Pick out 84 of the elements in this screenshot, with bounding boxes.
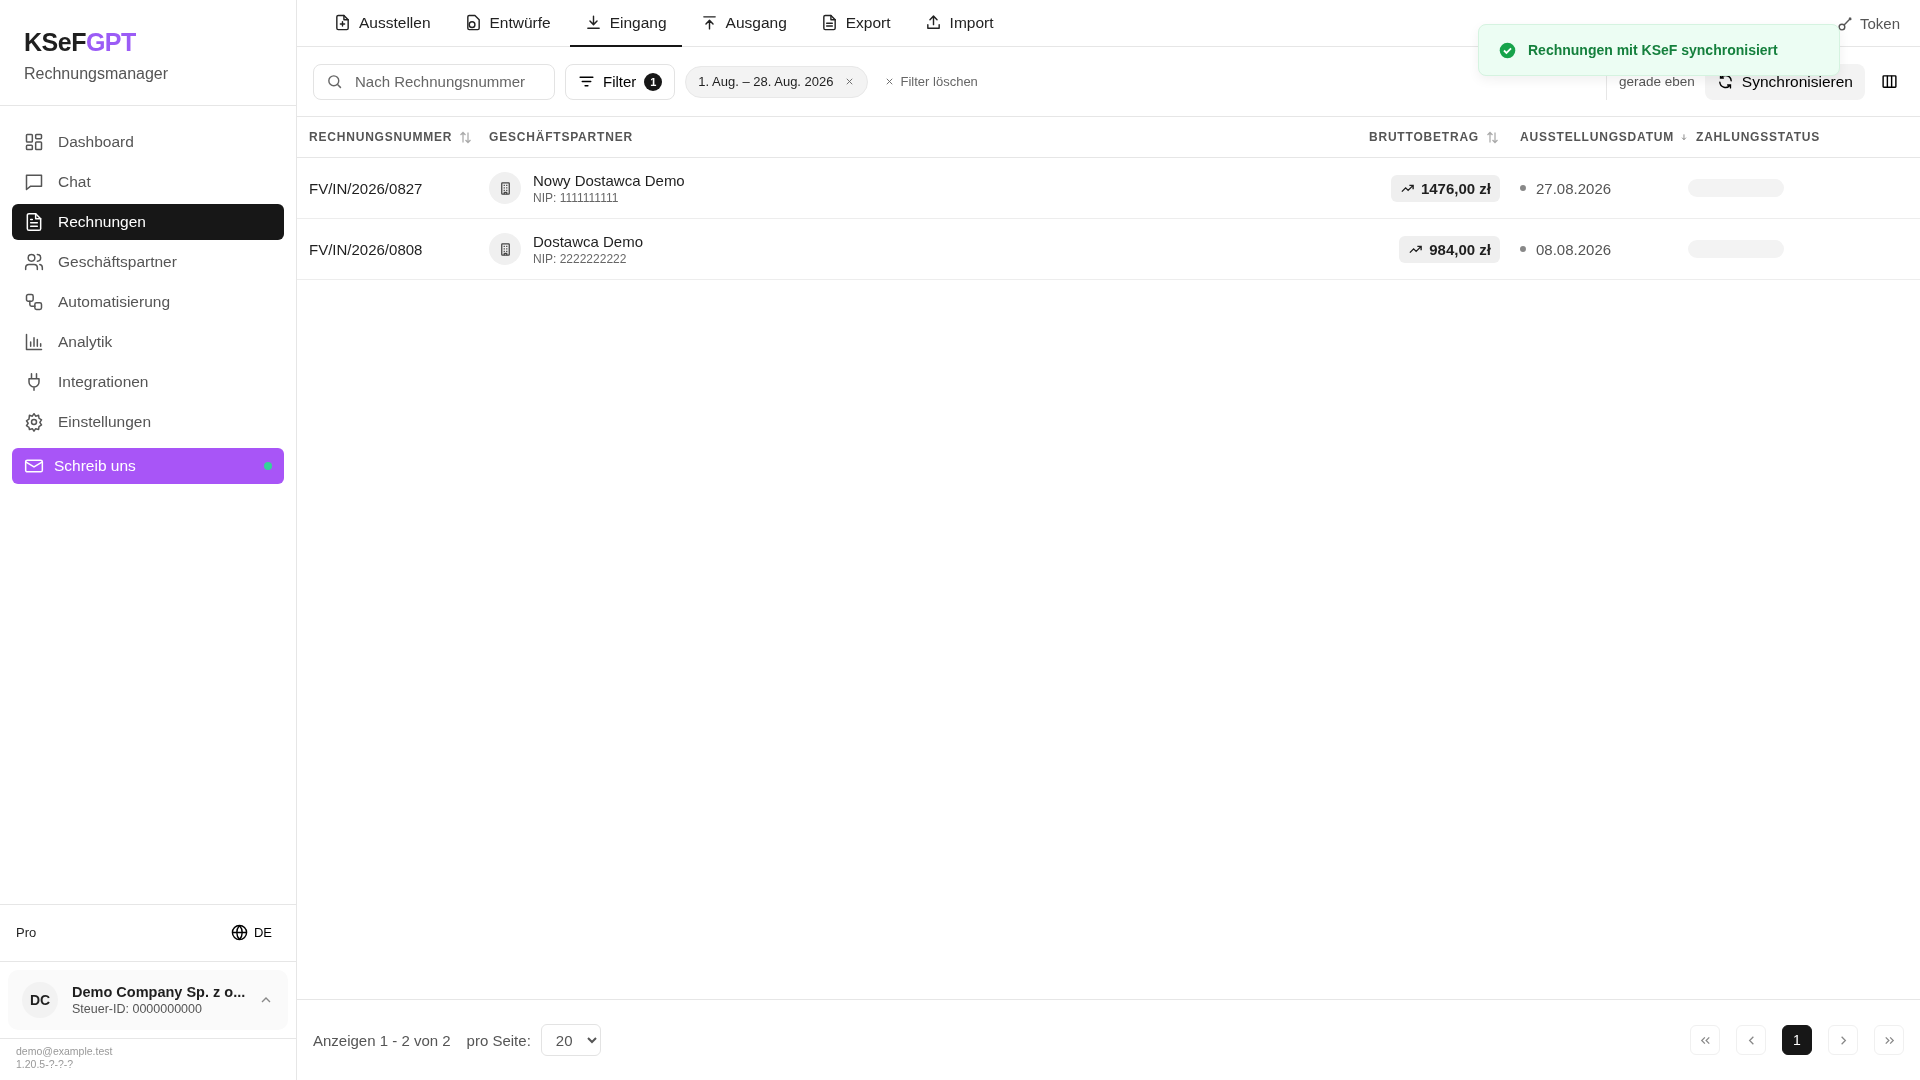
check-circle-icon xyxy=(1499,41,1516,59)
partner-name: Nowy Dostawca Demo xyxy=(533,171,685,189)
building-icon xyxy=(489,172,521,204)
doc-icon xyxy=(820,14,838,31)
import-icon xyxy=(924,14,942,31)
clear-filters-link[interactable]: Filter löschen xyxy=(877,74,984,89)
sidebar-item[interactable]: Integrationen xyxy=(12,364,284,400)
issue-date: 08.08.2026 xyxy=(1536,240,1612,258)
grid-icon xyxy=(24,132,44,152)
drafts-icon xyxy=(464,14,482,31)
toast-message: Rechnungen mit KSeF synchronisiert xyxy=(1528,42,1778,58)
search-icon xyxy=(326,73,343,90)
column-header[interactable]: BRUTTOBETRAG xyxy=(1368,130,1479,144)
chart-icon xyxy=(24,332,44,352)
sidebar-item[interactable]: Chat xyxy=(12,164,284,200)
previous-page-button[interactable] xyxy=(1736,1025,1766,1055)
app-logo: KSeFGPT xyxy=(24,28,136,57)
invoice-number: FV/IN/2026/0808 xyxy=(309,240,423,258)
date-dot xyxy=(1520,185,1526,191)
key-icon xyxy=(1836,14,1854,32)
sidebar-item[interactable]: Geschäftspartner xyxy=(12,244,284,280)
filter-button[interactable]: Filter 1 xyxy=(565,63,676,100)
tab[interactable]: Entwürfe xyxy=(449,0,566,47)
issue-date: 27.08.2026 xyxy=(1536,179,1612,197)
file-plus-icon xyxy=(334,14,351,31)
contact-button[interactable]: Schreib uns xyxy=(12,448,284,484)
sidebar-item[interactable]: Analytik xyxy=(12,324,284,360)
download-icon xyxy=(584,14,602,31)
refresh-icon xyxy=(1716,73,1734,90)
workflow-icon xyxy=(24,292,44,312)
sidebar-item[interactable]: Automatisierung xyxy=(12,284,284,320)
filter-count-badge: 1 xyxy=(644,72,663,91)
column-header[interactable]: AUSSTELLUNGSDATUM xyxy=(1520,130,1675,144)
column-header[interactable]: ZAHLUNGSSTATUS xyxy=(1696,130,1821,144)
sidebar-item[interactable]: Rechnungen xyxy=(12,204,284,240)
file-icon xyxy=(24,212,44,232)
account-switcher[interactable]: DC Demo Company Sp. z o... Steuer-ID: 0000000000 xyxy=(8,969,288,1030)
app-subtitle: Rechnungsmanager xyxy=(24,65,169,83)
plan-label: Pro xyxy=(16,925,37,941)
users-icon xyxy=(24,252,44,272)
amount-badge: 1476,00 zł xyxy=(1390,174,1500,202)
search-field[interactable]: Nach Rechnungsnummer xyxy=(313,63,555,100)
date-filter-chip[interactable]: 1. Aug. – 28. Aug. 2026 xyxy=(685,65,868,98)
tax-id: Steuer-ID: 0000000000 xyxy=(72,1001,203,1016)
sort-icon[interactable] xyxy=(458,129,474,145)
results-summary: Anzeigen 1 - 2 von 2 xyxy=(313,1031,451,1049)
account-avatar: DC xyxy=(22,981,58,1018)
token-link[interactable]: Token xyxy=(1836,0,1900,46)
gear-icon xyxy=(24,412,44,432)
last-page-button[interactable] xyxy=(1874,1025,1904,1055)
sort-icon[interactable] xyxy=(1485,129,1500,145)
sidebar-item[interactable]: Dashboard xyxy=(12,124,284,160)
per-page-select[interactable]: 20 xyxy=(540,1024,601,1056)
partner-nip: NIP: 1111111111 xyxy=(533,190,620,205)
mail-icon xyxy=(24,456,44,476)
tab[interactable]: Export xyxy=(805,0,906,47)
globe-icon xyxy=(230,924,248,942)
company-name: Demo Company Sp. z o... xyxy=(72,983,244,1000)
language-switcher[interactable]: DE xyxy=(222,924,280,942)
partner-nip: NIP: 2222222222 xyxy=(533,251,628,266)
upload-icon xyxy=(700,14,718,31)
columns-icon xyxy=(1881,73,1898,90)
chat-icon xyxy=(24,172,44,192)
partner-name: Dostawca Demo xyxy=(533,232,644,250)
tab[interactable]: Ausstellen xyxy=(319,0,446,47)
column-header[interactable]: RECHNUNGSNUMMER xyxy=(309,130,453,144)
next-page-button[interactable] xyxy=(1828,1025,1858,1055)
tab[interactable]: Ausgang xyxy=(685,0,802,47)
invoice-number: FV/IN/2026/0827 xyxy=(309,179,423,197)
search-input[interactable]: Nach Rechnungsnummer xyxy=(353,72,542,91)
tab[interactable]: Eingang xyxy=(569,0,682,47)
table-row[interactable]: FV/IN/2026/0827 Nowy Dostawca Demo NIP: 1111111111 1476,00 zł 27.08.2026 xyxy=(297,158,1920,219)
table-row[interactable]: FV/IN/2026/0808 Dostawca Demo NIP: 2222222222 984,00 zł 08.08.2026 xyxy=(297,219,1920,280)
per-page-label: pro Seite: xyxy=(466,1031,531,1049)
date-dot xyxy=(1520,246,1526,252)
app-version: 1.20.5-?-?-? xyxy=(16,1058,75,1072)
building-icon xyxy=(489,233,521,265)
tab[interactable]: Import xyxy=(909,0,1009,47)
sidebar-item[interactable]: Einstellungen xyxy=(12,404,284,440)
page-button[interactable]: 1 xyxy=(1782,1025,1812,1055)
first-page-button[interactable] xyxy=(1690,1025,1720,1055)
column-header[interactable]: GESCHÄFTSPARTNER xyxy=(489,130,633,144)
user-email: demo@example.test xyxy=(16,1044,114,1059)
amount-badge: 984,00 zł xyxy=(1399,235,1500,263)
